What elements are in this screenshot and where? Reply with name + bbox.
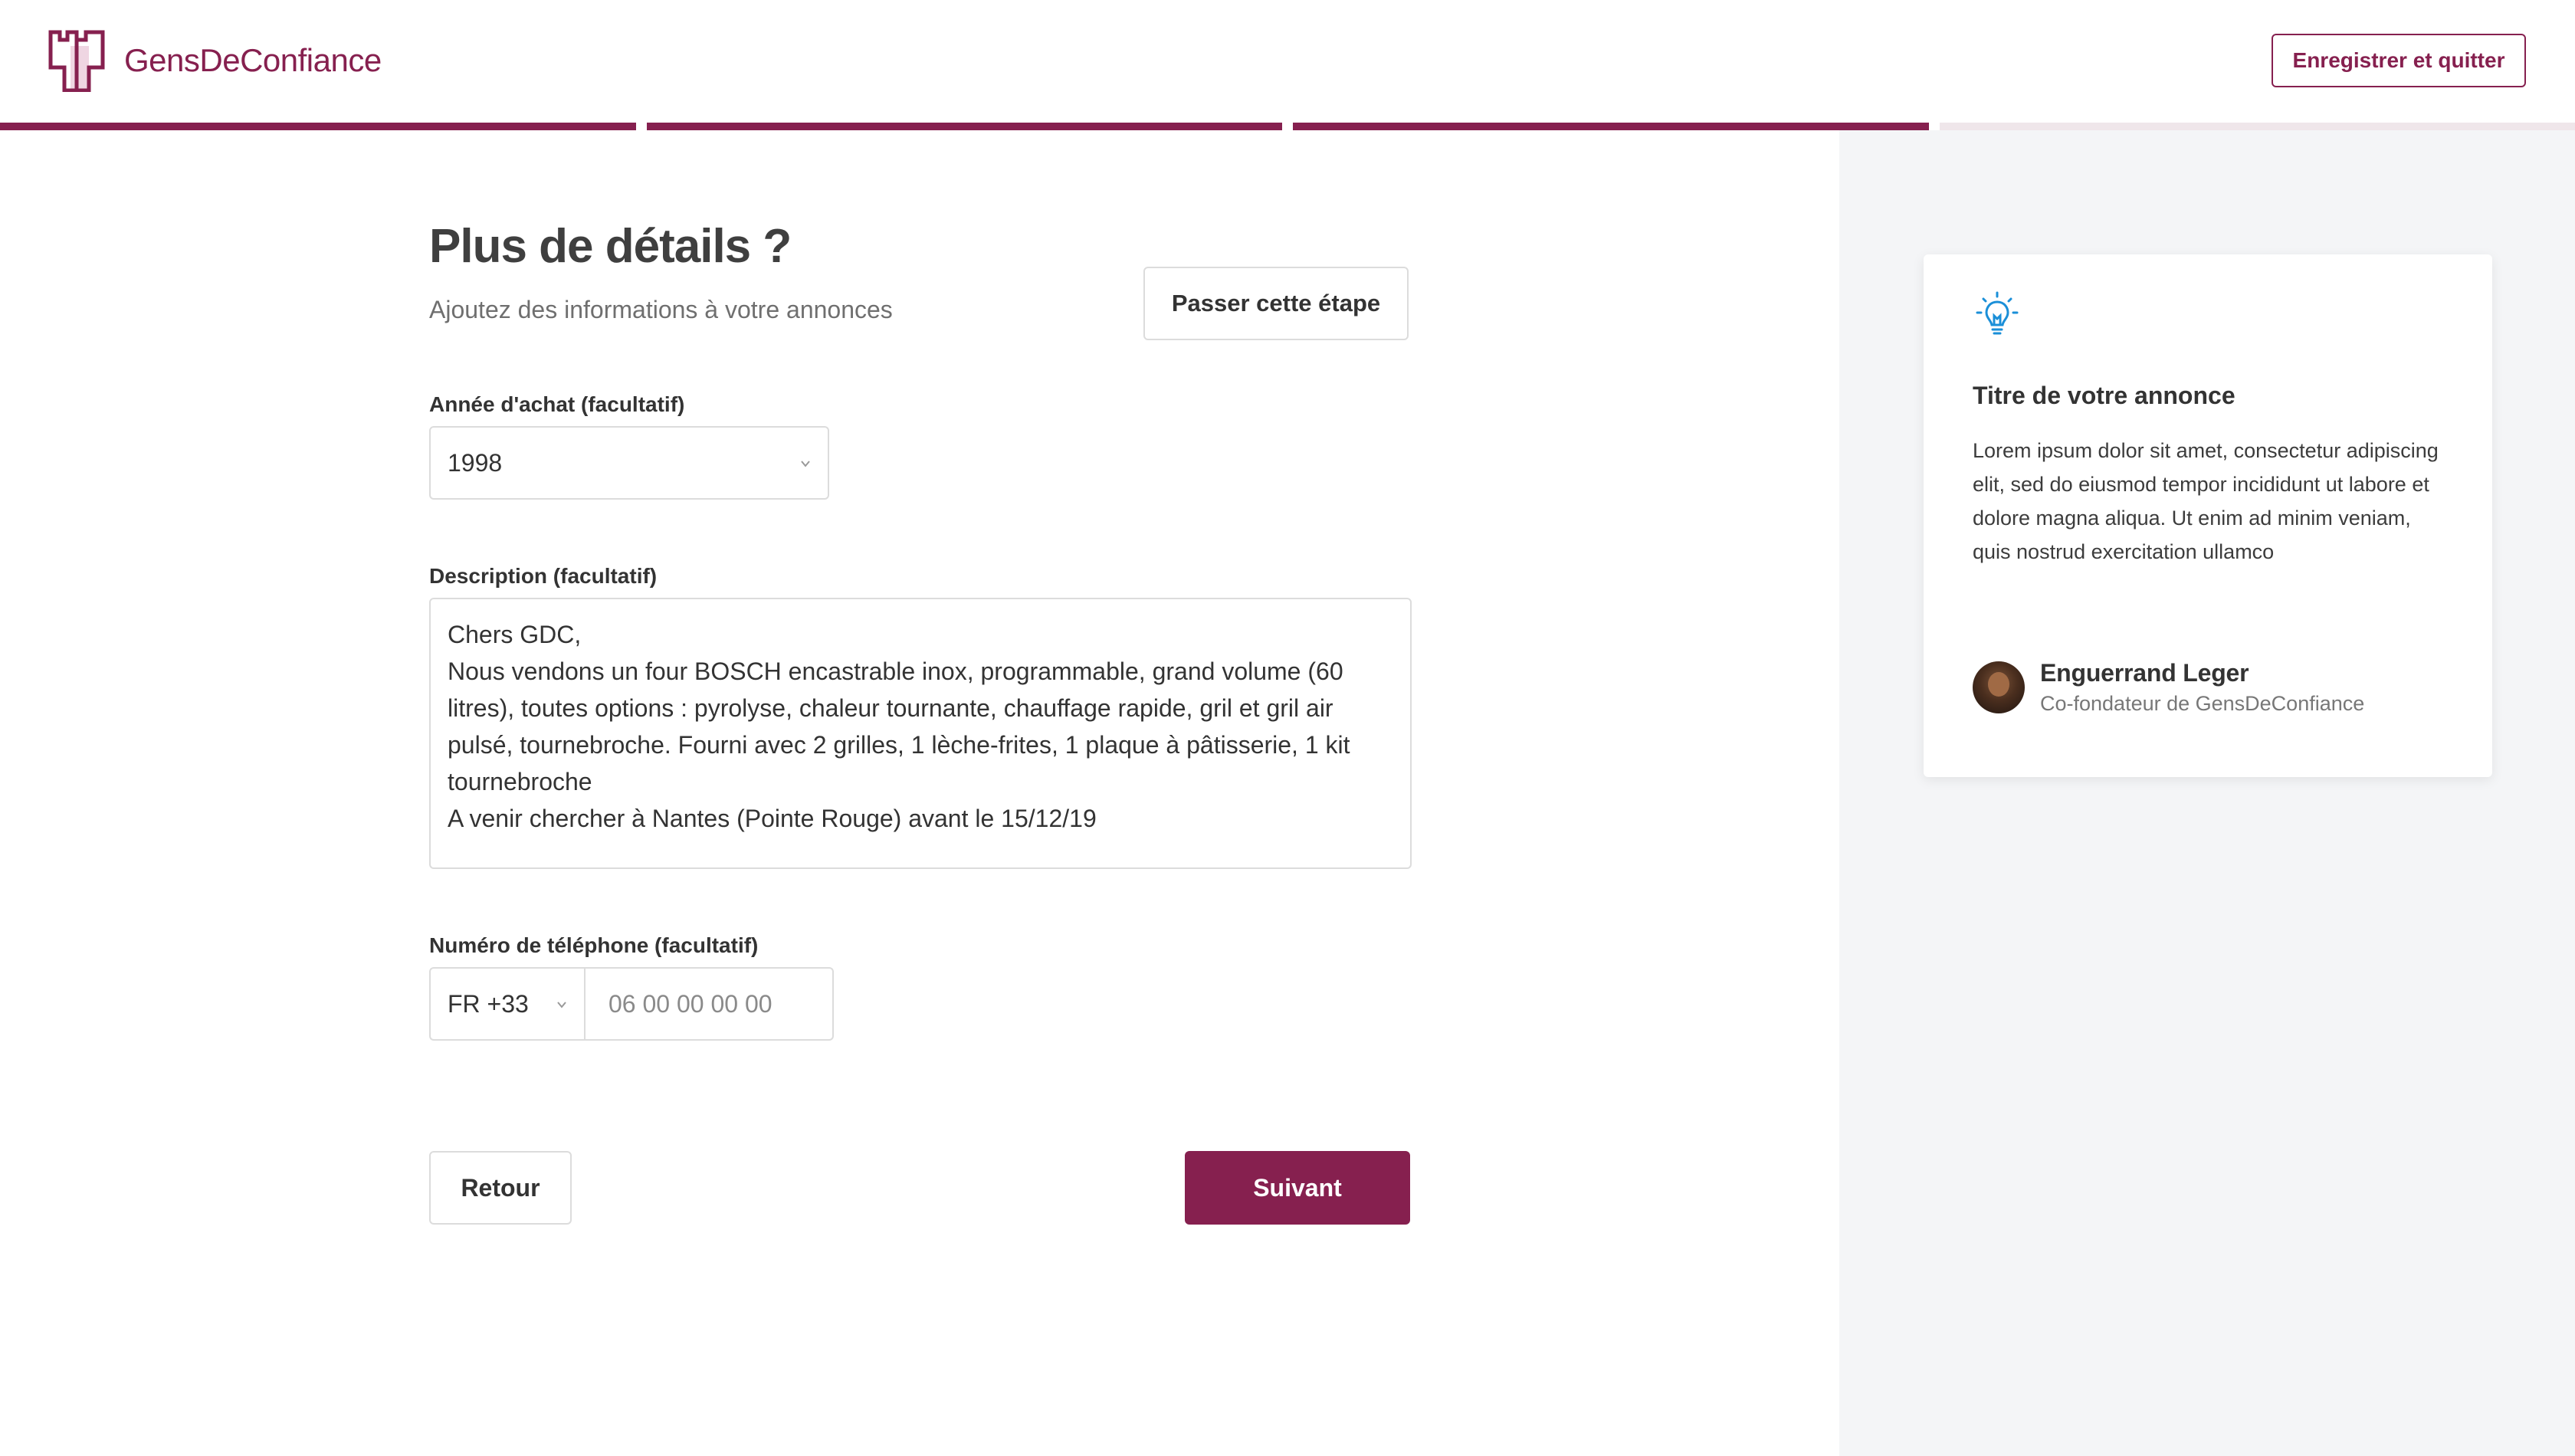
tip-author: Enguerrand Leger Co-fondateur de GensDeC…: [1973, 659, 2364, 716]
progress-step-3: [1293, 123, 1929, 130]
country-code-value: FR +33: [448, 989, 529, 1018]
purchase-year-select[interactable]: 1998: [429, 426, 829, 500]
brand-name: GensDeConfiance: [124, 42, 382, 78]
step-progress-bar: [0, 123, 2575, 130]
author-info: Enguerrand Leger Co-fondateur de GensDeC…: [2040, 659, 2364, 716]
author-name: Enguerrand Leger: [2040, 659, 2249, 687]
skip-step-button[interactable]: Passer cette étape: [1143, 267, 1409, 340]
description-textarea[interactable]: Chers GDC, Nous vendons un four BOSCH en…: [429, 598, 1412, 869]
purchase-year-value: 1998: [448, 448, 503, 477]
page-title: Plus de détails ?: [429, 220, 792, 273]
back-button[interactable]: Retour: [429, 1151, 572, 1225]
help-sidebar: Titre de votre annonce Lorem ipsum dolor…: [1839, 130, 2575, 1456]
tip-title: Titre de votre annonce: [1973, 382, 2235, 409]
description-label: Description (facultatif): [429, 564, 658, 588]
purchase-year-label: Année d'achat (facultatif): [429, 392, 685, 416]
chevron-down-icon: [801, 461, 810, 467]
save-and-quit-button[interactable]: Enregistrer et quitter: [2272, 34, 2526, 87]
next-button[interactable]: Suivant: [1185, 1151, 1410, 1225]
castle-logo-icon: [48, 30, 105, 92]
tip-card: Titre de votre annonce Lorem ipsum dolor…: [1924, 254, 2492, 777]
author-role: Co-fondateur de GensDeConfiance: [2040, 692, 2365, 715]
header: GensDeConfiance Enregistrer et quitter: [0, 0, 2575, 124]
phone-field: FR +33: [429, 967, 834, 1041]
chevron-down-icon: [557, 1002, 566, 1008]
phone-label: Numéro de téléphone (facultatif): [429, 933, 759, 957]
tip-text: Lorem ipsum dolor sit amet, consectetur …: [1973, 439, 2439, 563]
progress-step-2: [646, 123, 1282, 130]
avatar: [1973, 661, 2025, 713]
country-code-select[interactable]: FR +33: [429, 967, 584, 1041]
progress-step-4: [1939, 123, 2575, 130]
page-subtitle: Ajoutez des informations à votre annonce…: [429, 296, 893, 323]
lightbulb-icon: [1976, 291, 2019, 335]
progress-step-1: [0, 123, 636, 130]
brand-logo[interactable]: GensDeConfiance: [48, 29, 382, 92]
phone-number-input[interactable]: [584, 967, 834, 1041]
